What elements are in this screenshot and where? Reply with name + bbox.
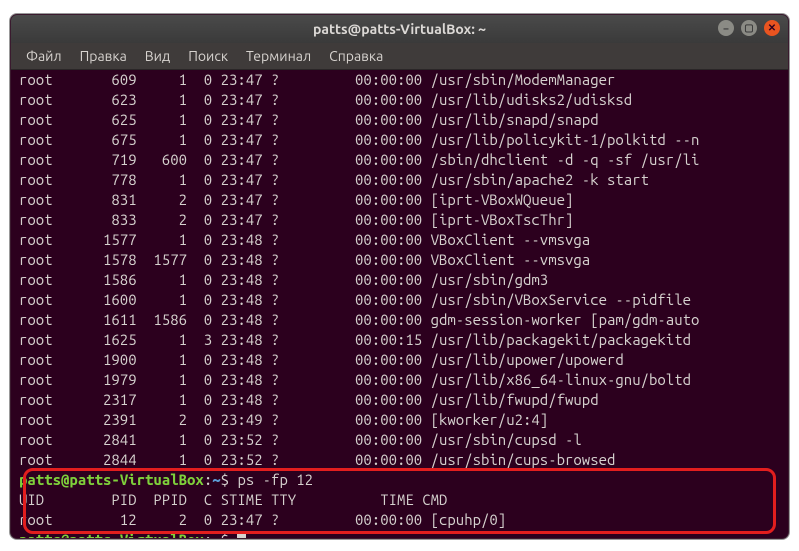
close-button[interactable]: ✕ (764, 20, 780, 36)
typed-command: ps -fp 12 (237, 470, 313, 490)
menu-file[interactable]: Файл (17, 48, 71, 64)
prompt-line-1: patts@patts-VirtualBox:~$ ps -fp 12 (19, 470, 780, 490)
prompt-user: patts (19, 530, 61, 539)
process-row: root 1600 1 0 23:48 ? 00:00:00 /usr/sbin… (19, 290, 780, 310)
process-row: root 625 1 0 23:47 ? 00:00:00 /usr/lib/s… (19, 110, 780, 130)
prompt-colon: : (204, 470, 212, 490)
prompt-dollar: $ (221, 530, 238, 539)
process-row: root 778 1 0 23:47 ? 00:00:00 /usr/sbin/… (19, 170, 780, 190)
process-row: root 2317 1 0 23:48 ? 00:00:00 /usr/lib/… (19, 390, 780, 410)
menu-help[interactable]: Справка (320, 48, 392, 64)
window-controls: – ▢ ✕ (718, 20, 780, 36)
terminal-window: patts@patts-VirtualBox: ~ – ▢ ✕ Файл Пра… (10, 14, 789, 539)
process-row: root 623 1 0 23:47 ? 00:00:00 /usr/lib/u… (19, 90, 780, 110)
process-row: root 2844 1 0 23:52 ? 00:00:00 /usr/sbin… (19, 450, 780, 470)
titlebar[interactable]: patts@patts-VirtualBox: ~ – ▢ ✕ (11, 15, 788, 43)
prompt-line-2: patts@patts-VirtualBox:~$ (19, 530, 780, 539)
process-row: root 609 1 0 23:47 ? 00:00:00 /usr/sbin/… (19, 70, 780, 90)
process-row: root 831 2 0 23:47 ? 00:00:00 [iprt-VBox… (19, 190, 780, 210)
process-row: root 12 2 0 23:47 ? 00:00:00 [cpuhp/0] (19, 510, 780, 530)
prompt-path: ~ (212, 530, 220, 539)
prompt-at: @ (61, 470, 69, 490)
prompt-host: patts-VirtualBox (69, 470, 203, 490)
menu-edit[interactable]: Правка (71, 48, 136, 64)
maximize-button[interactable]: ▢ (741, 20, 757, 36)
prompt-at: @ (61, 530, 69, 539)
process-row: root 833 2 0 23:47 ? 00:00:00 [iprt-VBox… (19, 210, 780, 230)
menu-view[interactable]: Вид (136, 48, 179, 64)
minimize-button[interactable]: – (718, 20, 734, 36)
prompt-dollar: $ (221, 470, 238, 490)
process-row: root 1900 1 0 23:48 ? 00:00:00 /usr/lib/… (19, 350, 780, 370)
process-row: root 1586 1 0 23:48 ? 00:00:00 /usr/sbin… (19, 270, 780, 290)
cursor (237, 531, 246, 539)
process-row: root 2391 2 0 23:49 ? 00:00:00 [kworker/… (19, 410, 780, 430)
ps-header: UID PID PPID C STIME TTY TIME CMD (19, 490, 780, 510)
menu-terminal[interactable]: Терминал (237, 48, 320, 64)
process-row: root 1578 1577 0 23:48 ? 00:00:00 VBoxCl… (19, 250, 780, 270)
process-row: root 1611 1586 0 23:48 ? 00:00:00 gdm-se… (19, 310, 780, 330)
process-row: root 1979 1 0 23:48 ? 00:00:00 /usr/lib/… (19, 370, 780, 390)
process-row: root 719 600 0 23:47 ? 00:00:00 /sbin/dh… (19, 150, 780, 170)
menu-search[interactable]: Поиск (179, 48, 237, 64)
process-row: root 2841 1 0 23:52 ? 00:00:00 /usr/sbin… (19, 430, 780, 450)
process-row: root 1577 1 0 23:48 ? 00:00:00 VBoxClien… (19, 230, 780, 250)
window-title: patts@patts-VirtualBox: ~ (11, 21, 788, 37)
prompt-colon: : (204, 530, 212, 539)
process-row: root 1625 1 3 23:48 ? 00:00:15 /usr/lib/… (19, 330, 780, 350)
process-row: root 675 1 0 23:47 ? 00:00:00 /usr/lib/p… (19, 130, 780, 150)
prompt-host: patts-VirtualBox (69, 530, 203, 539)
terminal-body[interactable]: root 609 1 0 23:47 ? 00:00:00 /usr/sbin/… (11, 70, 788, 539)
prompt-user: patts (19, 470, 61, 490)
prompt-path: ~ (212, 470, 220, 490)
menubar: Файл Правка Вид Поиск Терминал Справка (11, 43, 788, 70)
